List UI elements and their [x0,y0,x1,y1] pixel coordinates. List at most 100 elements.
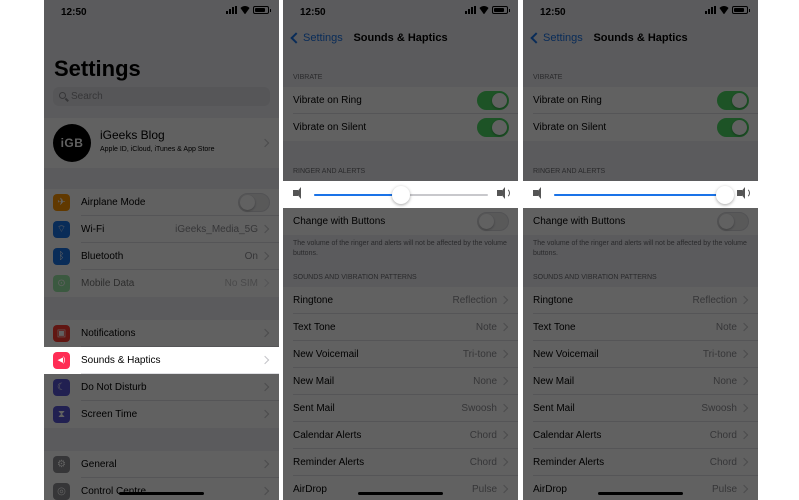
row-new-voicemail[interactable]: New Voicemail Tri-tone [283,341,518,368]
change-with-buttons-toggle[interactable] [717,212,749,231]
status-time: 12:50 [300,7,326,18]
search-icon [59,92,66,99]
row-text-tone[interactable]: Text Tone Note [523,314,758,341]
vibrate-on-silent-toggle[interactable] [477,118,509,137]
row-label: Calendar Alerts [533,430,602,441]
row-airdrop[interactable]: AirDrop Pulse [283,476,518,500]
row-wifi[interactable]: ⌔ Wi-Fi iGeeks_Media_5G [44,216,279,243]
row-calendar-alerts[interactable]: Calendar Alerts Chord [523,422,758,449]
row-reminder-alerts[interactable]: Reminder Alerts Chord [523,449,758,476]
nav-bar: Settings Sounds & Haptics [283,24,518,54]
patterns-group: Ringtone Reflection Text Tone Note New Voice… [283,287,518,500]
speaker-icon: ◀) [53,352,70,369]
chevron-right-icon [260,138,270,148]
notifications-group: ▣ Notifications ◀) Sounds & Haptics ☾ Do… [44,320,279,428]
slider-fill [314,194,401,196]
row-label: Vibrate on Ring [533,95,602,106]
ringer-footnote: The volume of the ringer and alerts will… [293,240,507,257]
row-value: Swoosh [701,403,737,414]
notifications-icon: ▣ [53,325,70,342]
airplane-icon: ✈ [53,194,70,211]
row-mobile-data: ⊙ Mobile Data No SIM [44,270,279,297]
row-general[interactable]: ⚙ General [44,451,279,478]
row-ringtone[interactable]: Ringtone Reflection [523,287,758,314]
row-new-mail[interactable]: New Mail None [283,368,518,395]
row-new-voicemail[interactable]: New Voicemail Tri-tone [523,341,758,368]
row-ringtone[interactable]: Ringtone Reflection [283,287,518,314]
ringer-volume-slider-row [523,181,758,208]
row-change-with-buttons: Change with Buttons [523,208,758,235]
vibrate-on-silent-toggle[interactable] [717,118,749,137]
row-reminder-alerts[interactable]: Reminder Alerts Chord [283,449,518,476]
volume-low-icon [293,187,301,199]
row-text-tone[interactable]: Text Tone Note [283,314,518,341]
battery-icon [253,6,271,14]
vibrate-on-ring-toggle[interactable] [717,91,749,110]
settings-screen: 12:50 Settings Search iGB iGeeks Blog Ap… [44,0,279,500]
row-label: Vibrate on Ring [293,95,362,106]
chevron-right-icon [739,457,749,467]
row-sent-mail[interactable]: Sent Mail Swoosh [283,395,518,422]
row-control-centre[interactable]: ◎ Control Centre [44,478,279,500]
chevron-right-icon [499,430,509,440]
row-label: Sent Mail [293,403,335,414]
chevron-right-icon [260,409,270,419]
gear-icon: ⚙ [53,456,70,473]
row-label: New Mail [533,376,575,387]
section-header-patterns: SOUNDS AND VIBRATION PATTERNS [533,274,657,281]
bluetooth-icon: ᛒ [53,248,70,265]
row-label: Calendar Alerts [293,430,362,441]
wifi-icon: ⌔ [53,221,70,238]
chevron-right-icon [739,295,749,305]
slider-thumb[interactable] [715,186,734,204]
row-value: On [244,251,258,262]
row-label: Sent Mail [533,403,575,414]
ringer-volume-slider[interactable] [554,186,734,204]
moon-icon: ☾ [53,379,70,396]
section-header-patterns: SOUNDS AND VIBRATION PATTERNS [293,274,417,281]
row-vibrate-on-ring: Vibrate on Ring [283,87,518,114]
row-airplane-mode[interactable]: ✈ Airplane Mode [44,189,279,216]
airplane-mode-toggle[interactable] [238,193,270,212]
wifi-status-icon [479,6,489,14]
row-value: Chord [469,457,497,468]
vibrate-on-ring-toggle[interactable] [477,91,509,110]
row-value: Chord [709,430,737,441]
chevron-right-icon [260,328,270,338]
row-label: Airplane Mode [81,197,146,208]
chevron-right-icon [739,376,749,386]
row-screen-time[interactable]: ⧗ Screen Time [44,401,279,428]
chevron-right-icon [499,403,509,413]
apple-id-profile-row[interactable]: iGB iGeeks Blog Apple ID, iCloud, iTunes… [44,118,279,168]
row-label: Vibrate on Silent [533,122,607,133]
row-do-not-disturb[interactable]: ☾ Do Not Disturb [44,374,279,401]
volume-waves-icon [742,188,750,198]
sounds-screen-half-volume: 12:50 Settings Sounds & Haptics VIBRATE … [283,0,518,500]
chevron-right-icon [499,376,509,386]
row-value: Note [715,322,737,333]
slider-thumb[interactable] [392,186,410,204]
chevron-right-icon [260,278,270,288]
avatar: iGB [53,124,91,162]
change-with-buttons-toggle[interactable] [477,212,509,231]
row-notifications[interactable]: ▣ Notifications [44,320,279,347]
ringer-footnote: The volume of the ringer and alerts will… [533,240,747,257]
row-vibrate-on-silent: Vibrate on Silent [523,114,758,141]
row-sounds-haptics[interactable]: ◀) Sounds & Haptics [44,347,279,374]
row-value: iGeeks_Media_5G [175,224,258,235]
home-indicator [119,492,204,495]
row-value: Reflection [692,295,737,306]
search-input[interactable]: Search [53,87,270,106]
row-label: General [81,459,117,470]
chevron-right-icon [739,430,749,440]
ringer-volume-slider[interactable] [314,186,488,204]
row-value: Pulse [711,484,737,495]
row-sent-mail[interactable]: Sent Mail Swoosh [523,395,758,422]
row-new-mail[interactable]: New Mail None [523,368,758,395]
row-value: None [713,376,737,387]
chevron-right-icon [499,484,509,494]
row-label: Do Not Disturb [81,382,147,393]
row-calendar-alerts[interactable]: Calendar Alerts Chord [283,422,518,449]
row-bluetooth[interactable]: ᛒ Bluetooth On [44,243,279,270]
row-airdrop[interactable]: AirDrop Pulse [523,476,758,500]
